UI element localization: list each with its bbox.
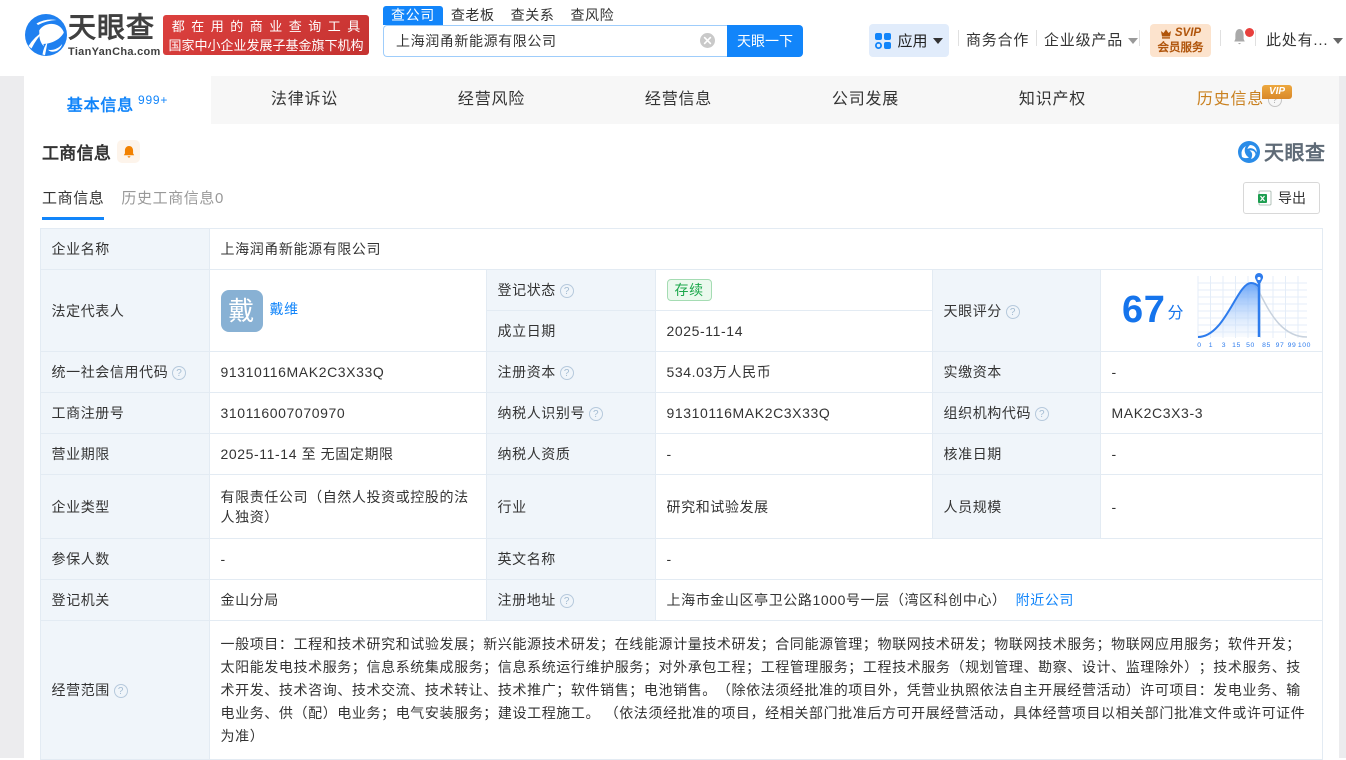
- svg-text:天眼查: 天眼查: [1264, 141, 1326, 163]
- svg-text:100: 100: [1298, 342, 1311, 349]
- svg-text:15: 15: [1232, 342, 1241, 349]
- svg-text:85: 85: [1262, 342, 1271, 349]
- svg-text:99: 99: [1288, 342, 1297, 349]
- svg-text:97: 97: [1276, 342, 1285, 349]
- svg-text:1: 1: [1209, 342, 1213, 349]
- svg-text:3: 3: [1222, 342, 1226, 349]
- svg-text:0: 0: [1197, 342, 1201, 349]
- svg-text:50: 50: [1246, 342, 1255, 349]
